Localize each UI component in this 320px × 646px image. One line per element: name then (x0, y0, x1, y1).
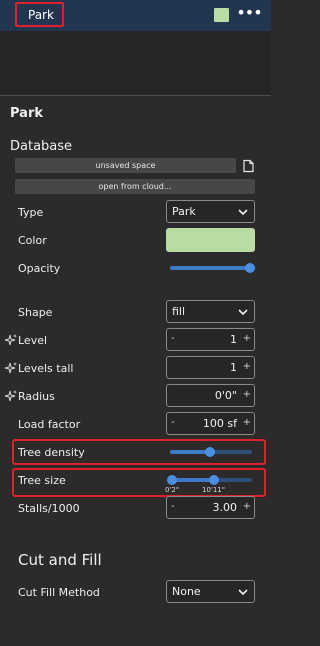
tree-size-min-thumb[interactable] (167, 475, 177, 485)
type-select[interactable]: Park (166, 200, 255, 223)
tree-size-range-track[interactable] (214, 478, 252, 482)
levels-tall-value[interactable]: 1 (230, 361, 237, 374)
shape-value: fill (172, 305, 186, 318)
tree-size-min-label: 0'2" (165, 486, 180, 494)
chevron-down-icon (238, 309, 248, 316)
cut-fill-method-label: Cut Fill Method (18, 586, 100, 599)
load-factor-increment[interactable]: + (243, 417, 251, 428)
cut-fill-method-value: None (172, 585, 201, 598)
levels-tall-increment[interactable]: + (243, 361, 251, 372)
opacity-slider-track[interactable] (170, 266, 250, 270)
radius-increment[interactable]: + (243, 389, 251, 400)
chevron-down-icon (238, 589, 248, 596)
panel-title: Park (10, 106, 44, 121)
levels-tall-stepper[interactable]: 1 + (166, 356, 255, 379)
shape-label: Shape (18, 306, 53, 319)
tree-size-range-filled[interactable] (172, 478, 214, 482)
tree-density-slider-track[interactable] (210, 450, 252, 454)
shape-select[interactable]: fill (166, 300, 255, 323)
level-value[interactable]: 1 (230, 333, 237, 346)
stalls-stepper[interactable]: - 3.00 + (166, 496, 255, 519)
opacity-label: Opacity (18, 262, 61, 275)
preview-area (0, 31, 271, 95)
stalls-label: Stalls/1000 (18, 502, 80, 515)
color-swatch-mini[interactable] (214, 8, 229, 22)
load-factor-decrement[interactable]: - (171, 417, 175, 428)
sparkle-icon[interactable] (4, 361, 18, 375)
level-label: Level (18, 334, 48, 347)
file-icon[interactable] (241, 159, 255, 173)
header-bar: Park ••• (0, 0, 271, 31)
open-from-cloud-button[interactable]: open from cloud... (15, 179, 255, 194)
color-label: Color (18, 234, 47, 247)
tree-density-label: Tree density (18, 446, 85, 459)
tree-size-max-label: 10'11" (202, 486, 225, 494)
load-factor-value[interactable]: 100 sf (203, 417, 237, 430)
tree-size-max-thumb[interactable] (209, 475, 219, 485)
levels-tall-label: Levels tall (18, 362, 74, 375)
unsaved-space-button[interactable]: unsaved space (15, 158, 236, 173)
stalls-decrement[interactable]: - (171, 501, 175, 512)
sparkle-icon[interactable] (4, 333, 18, 347)
object-tab[interactable]: Park (15, 2, 64, 27)
radius-label: Radius (18, 390, 55, 403)
cut-fill-heading: Cut and Fill (18, 551, 102, 569)
load-factor-label: Load factor (18, 418, 81, 431)
type-label: Type (18, 206, 44, 219)
stalls-value[interactable]: 3.00 (213, 501, 238, 514)
object-tab-label: Park (28, 8, 54, 22)
level-decrement[interactable]: - (171, 333, 175, 344)
level-stepper[interactable]: - 1 + (166, 328, 255, 351)
stalls-increment[interactable]: + (243, 501, 251, 512)
radius-stepper[interactable]: 0'0" + (166, 384, 255, 407)
opacity-slider-thumb[interactable] (245, 263, 255, 273)
database-heading: Database (10, 139, 73, 154)
color-picker[interactable] (166, 228, 255, 252)
more-options-button[interactable]: ••• (234, 4, 264, 26)
type-value: Park (172, 205, 196, 218)
level-increment[interactable]: + (243, 333, 251, 344)
cut-fill-method-select[interactable]: None (166, 580, 255, 603)
radius-value[interactable]: 0'0" (215, 389, 237, 402)
chevron-down-icon (238, 209, 248, 216)
load-factor-stepper[interactable]: - 100 sf + (166, 412, 255, 435)
sparkle-icon[interactable] (4, 389, 18, 403)
tree-density-slider-thumb[interactable] (205, 447, 215, 457)
tree-density-slider-filled[interactable] (170, 450, 210, 454)
panel-divider (0, 95, 271, 96)
tree-size-label: Tree size (18, 474, 66, 487)
